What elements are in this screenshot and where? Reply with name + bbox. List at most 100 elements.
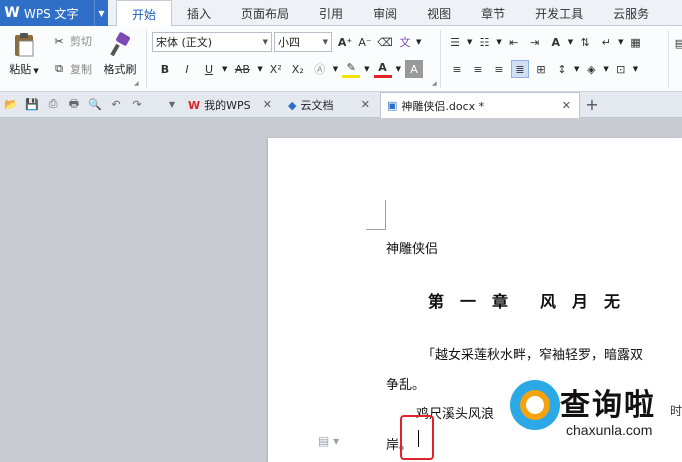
paragraph-layout-icon[interactable]: ▤ ▾ — [318, 434, 339, 448]
watermark-brand-tail: 时 — [670, 404, 682, 418]
dialog-launcher-icon[interactable]: ◢ — [432, 80, 438, 87]
font-name-value: 宋体 (正文) — [156, 36, 213, 49]
customize-toolbar-chevron-icon[interactable]: ▼ — [164, 96, 180, 112]
format-painter-button[interactable]: 格式刷 — [100, 32, 140, 77]
tab-references[interactable]: 引用 — [304, 0, 358, 26]
tab-developer[interactable]: 开发工具 — [520, 0, 598, 26]
decrease-indent-icon[interactable]: ⇤ — [505, 33, 523, 51]
doc-paragraph-1[interactable]: 「越女采莲秋水畔，窄袖轻罗，暗露双 — [422, 344, 643, 363]
app-menu-button[interactable]: W WPS 文字 ▼ — [0, 0, 108, 26]
wps-logo-icon: W — [188, 98, 201, 112]
chevron-down-icon[interactable]: ▼ — [31, 67, 38, 75]
align-left-icon[interactable]: ≡ — [448, 60, 466, 78]
chevron-down-icon[interactable]: ▼ — [94, 0, 108, 26]
chevron-down-icon[interactable]: ▼ — [603, 65, 608, 73]
text-effect-icon[interactable]: Ⓐ — [311, 60, 329, 78]
grow-font-button[interactable]: A⁺ — [336, 33, 354, 51]
paragraph-tools-top: ☰ ▼ ☷ ▼ ⇤ ⇥ A ▼ ⇅ ↵ ▼ ▦ — [446, 33, 645, 51]
paragraph-shading-icon[interactable]: ◈ — [582, 60, 600, 78]
doc-tab-cloud-docs[interactable]: ◆ 云文档 ✕ — [282, 92, 378, 118]
borders-icon[interactable]: ⊡ — [612, 60, 630, 78]
copy-label: 复制 — [70, 63, 92, 76]
watermark-overlay: 查询啦 时 chaxunla.com — [500, 372, 682, 462]
red-highlight-annotation — [400, 415, 434, 460]
print-icon[interactable]: 🖶 — [66, 96, 82, 112]
format-painter-brush-icon — [110, 32, 130, 57]
font-name-select[interactable]: 宋体 (正文) ▼ — [152, 32, 272, 52]
shrink-font-button[interactable]: A⁻ — [356, 33, 374, 51]
redo-icon[interactable]: ↷ — [129, 96, 145, 112]
dialog-launcher-icon[interactable]: ◢ — [134, 80, 140, 87]
chevron-down-icon[interactable]: ▼ — [496, 38, 501, 46]
close-icon[interactable]: ✕ — [562, 99, 571, 112]
paste-button[interactable]: 粘贴 ▼ — [4, 32, 44, 77]
margin-crop-mark — [366, 200, 386, 230]
text-direction-icon[interactable]: A — [547, 33, 565, 51]
strikethrough-button[interactable]: AB — [231, 60, 253, 78]
font-size-select[interactable]: 小四 ▼ — [274, 32, 332, 52]
chevron-down-icon[interactable]: ▼ — [568, 38, 573, 46]
tab-review[interactable]: 审阅 — [358, 0, 412, 26]
style-gallery-icon[interactable]: ▤ — [671, 34, 682, 52]
chevron-down-icon[interactable]: ▼ — [257, 65, 262, 73]
doc-tab-active-document[interactable]: ▣ 神雕侠侣.docx * ✕ — [380, 92, 580, 118]
align-center-icon[interactable]: ≡ — [469, 60, 487, 78]
subscript-button[interactable]: X₂ — [289, 60, 307, 78]
sort-icon[interactable]: ⇅ — [576, 33, 594, 51]
wps-writer-logo-icon: W — [4, 5, 20, 21]
doc-chapter-heading[interactable]: 第 一 章 风 月 无 — [428, 288, 620, 312]
group-divider — [146, 30, 147, 88]
bold-button[interactable]: B — [156, 60, 174, 78]
highlight-color-icon[interactable]: ✎ — [342, 60, 361, 78]
chevron-down-icon[interactable]: ▼ — [396, 65, 401, 73]
cut-button[interactable]: ✂ 剪切 — [50, 32, 92, 50]
justify-icon[interactable]: ≣ — [511, 60, 529, 78]
phonetic-guide-icon[interactable]: 文 — [396, 33, 414, 51]
char-shading-icon[interactable]: A — [404, 60, 423, 78]
numbered-list-icon[interactable]: ☷ — [475, 33, 493, 51]
undo-icon[interactable]: ↶ — [108, 96, 124, 112]
font-color-button[interactable]: A — [373, 60, 392, 78]
table-icon[interactable]: ▦ — [627, 33, 645, 51]
line-spacing-icon[interactable]: ↕ — [553, 60, 571, 78]
tab-view[interactable]: 视图 — [412, 0, 466, 26]
chevron-down-icon[interactable]: ▼ — [416, 38, 421, 46]
open-folder-icon[interactable]: 📂 — [3, 96, 19, 112]
magnifier-logo-icon — [510, 380, 560, 430]
watermark-domain: chaxunla.com — [566, 422, 653, 438]
distributed-align-icon[interactable]: ⊞ — [532, 60, 550, 78]
chevron-down-icon[interactable]: ▼ — [633, 65, 638, 73]
chevron-down-icon[interactable]: ▼ — [222, 65, 227, 73]
print-preview-icon[interactable]: 🔍 — [87, 96, 103, 112]
tab-cloud-service[interactable]: 云服务 — [598, 0, 664, 26]
align-right-icon[interactable]: ≡ — [490, 60, 508, 78]
copy-button[interactable]: ⧉ 复制 — [50, 60, 92, 78]
clear-format-icon[interactable]: ⌫ — [376, 33, 394, 51]
underline-button[interactable]: U — [200, 60, 218, 78]
chevron-down-icon[interactable]: ▼ — [333, 65, 338, 73]
chevron-down-icon[interactable]: ▼ — [467, 38, 472, 46]
doc-tab-my-wps[interactable]: W 我的WPS ✕ — [182, 92, 280, 118]
copy-icon: ⧉ — [55, 62, 63, 75]
save-icon[interactable]: 💾 — [24, 96, 40, 112]
italic-button[interactable]: I — [178, 60, 196, 78]
superscript-button[interactable]: X² — [267, 60, 285, 78]
doc-paragraph-1-cont[interactable]: 争乱。 — [386, 374, 425, 393]
tab-insert[interactable]: 插入 — [172, 0, 226, 26]
bullet-list-icon[interactable]: ☰ — [446, 33, 464, 51]
increase-indent-icon[interactable]: ⇥ — [526, 33, 544, 51]
tab-home[interactable]: 开始 — [116, 0, 173, 27]
chevron-down-icon[interactable]: ▼ — [574, 65, 579, 73]
font-size-tools: A⁺ A⁻ ⌫ 文 ▼ — [336, 33, 422, 51]
new-tab-plus-icon[interactable]: + — [584, 95, 600, 114]
chevron-down-icon[interactable]: ▼ — [364, 65, 369, 73]
doc-tab-label: 云文档 — [300, 99, 334, 112]
close-icon[interactable]: ✕ — [361, 98, 370, 111]
tab-page-layout[interactable]: 页面布局 — [226, 0, 304, 26]
export-pdf-icon[interactable]: ⎙ — [45, 96, 61, 112]
close-icon[interactable]: ✕ — [263, 98, 272, 111]
chevron-down-icon[interactable]: ▼ — [618, 38, 623, 46]
show-marks-icon[interactable]: ↵ — [597, 33, 615, 51]
tab-section[interactable]: 章节 — [466, 0, 520, 26]
doc-line-title[interactable]: 神雕侠侣 — [386, 238, 438, 257]
